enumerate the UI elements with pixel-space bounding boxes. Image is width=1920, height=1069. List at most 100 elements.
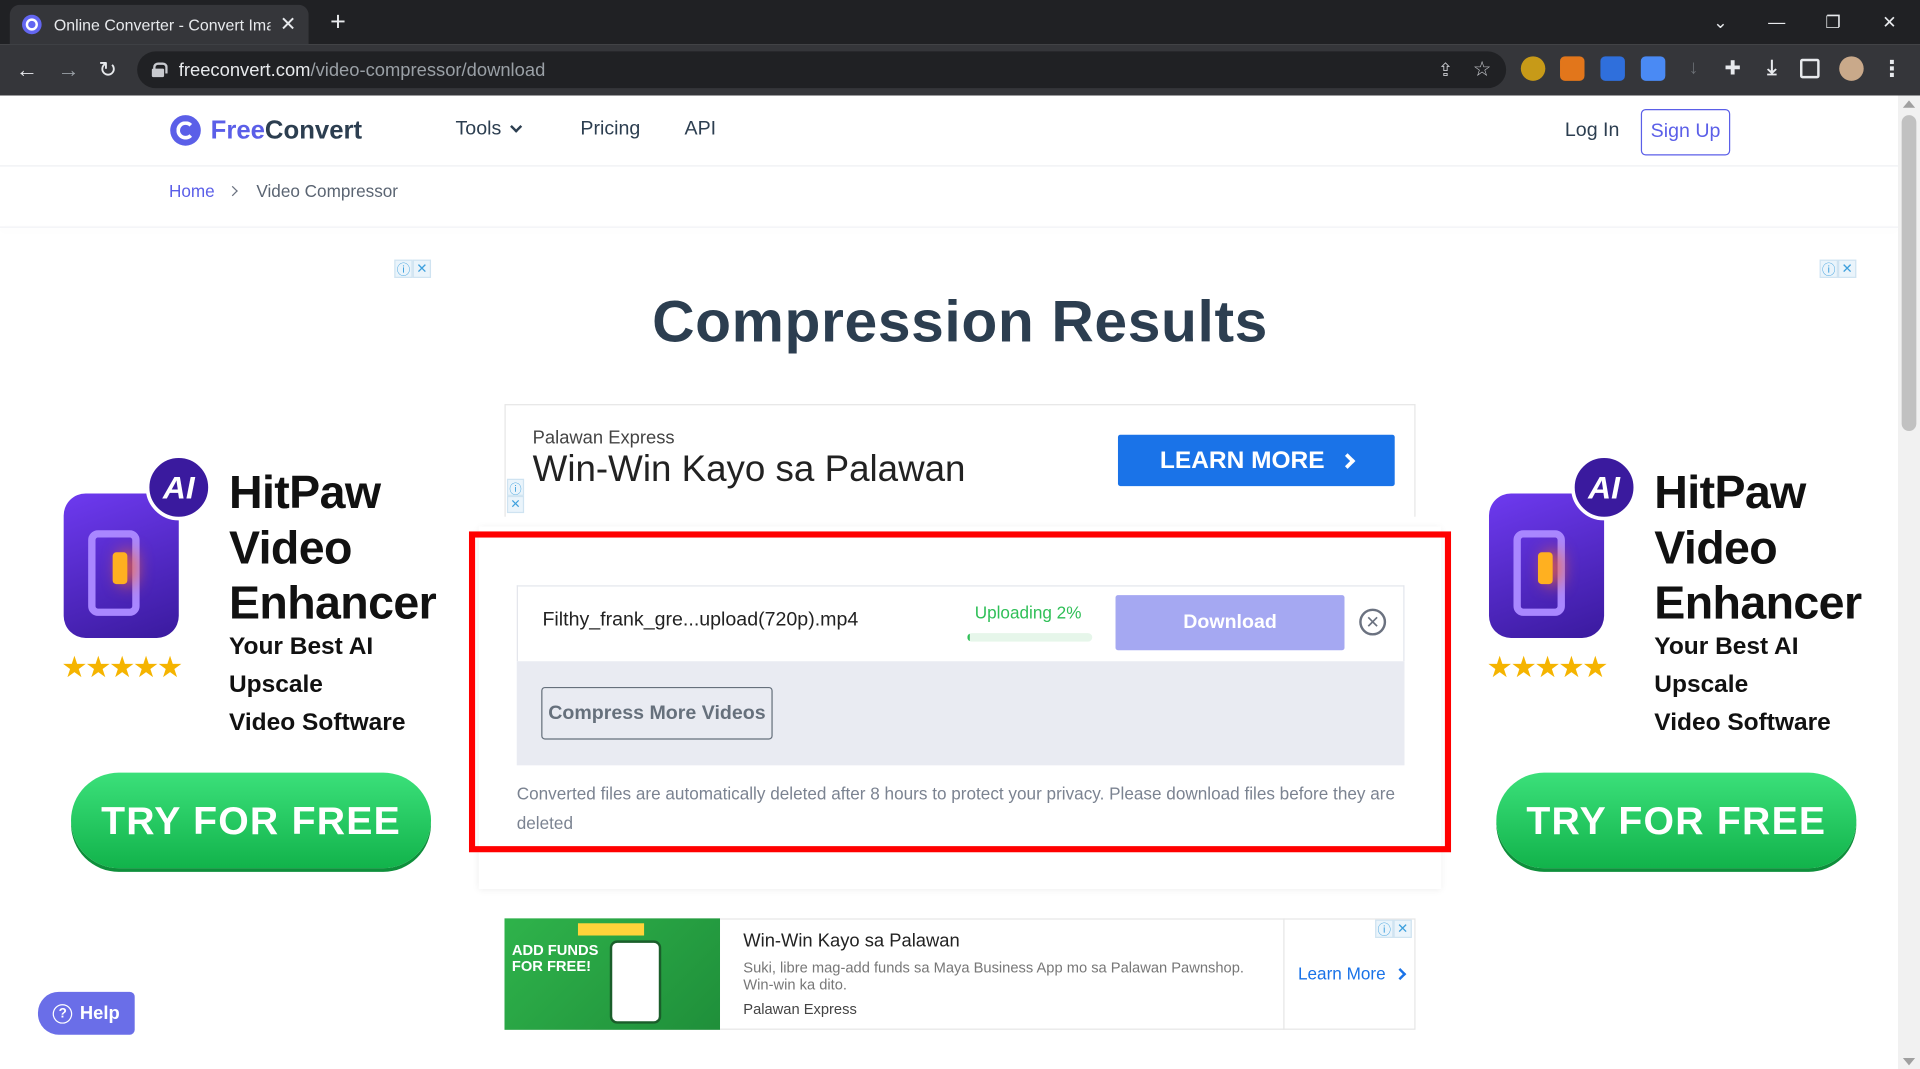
ad-subtitle: Your Best AI Upscale Video Software	[229, 628, 453, 742]
help-question-icon: ?	[52, 1003, 73, 1024]
ad-title: HitPaw Video Enhancer	[228, 467, 437, 632]
reload-button[interactable]: ↻	[91, 54, 125, 86]
help-label: Help	[79, 1002, 120, 1024]
ad-image-text: ADD FUNDS FOR FREE!	[511, 941, 599, 975]
chevron-right-icon	[227, 185, 239, 197]
bottom-ad-title[interactable]: Win-Win Kayo sa Palawan	[743, 931, 959, 952]
learn-more-button[interactable]: LEARN MORE	[1117, 434, 1395, 487]
binance-extension-icon[interactable]	[1520, 56, 1546, 81]
freeconvert-logo[interactable]: Free Convert	[170, 115, 362, 146]
metamask-extension-icon[interactable]	[1560, 56, 1585, 81]
learn-more-label: Learn More	[1297, 963, 1386, 984]
back-button[interactable]: ←	[10, 54, 44, 86]
ad-subtitle-line: Your Best AI Upscale	[1654, 633, 1799, 698]
breadcrumb: Home Video Compressor	[169, 181, 398, 201]
ad-image-tag	[577, 923, 645, 936]
highlight-box	[468, 531, 1452, 853]
ad-info-icon[interactable]: ⓘ	[394, 259, 413, 278]
left-side-ad[interactable]: AI HitPaw Video Enhancer Your Best AI Up…	[49, 447, 453, 888]
scrollbar-thumb[interactable]	[1901, 115, 1917, 432]
top-ad-brand: Palawan Express	[532, 427, 675, 449]
top-ad-title[interactable]: Win-Win Kayo sa Palawan	[533, 449, 966, 491]
top-ad-choices[interactable]: ⓘ ✕	[506, 478, 525, 514]
right-ad-choices[interactable]: ⓘ ✕	[1819, 259, 1857, 278]
tab-close-icon[interactable]: ✕	[280, 12, 296, 36]
chevron-down-icon	[510, 120, 523, 133]
restore-button[interactable]: ❐	[1805, 0, 1861, 44]
tab-title: Online Converter - Convert Imag	[53, 15, 271, 34]
url-path: /video-compressor/download	[310, 59, 546, 81]
try-for-free-button[interactable]: TRY FOR FREE	[71, 772, 432, 869]
star-rating-icon: ★★★★★	[1486, 651, 1609, 685]
breadcrumb-current: Video Compressor	[256, 181, 399, 201]
ad-info-icon[interactable]: ⓘ	[506, 478, 525, 497]
ad-subtitle-line: Video Software	[228, 708, 406, 736]
login-link[interactable]: Log In	[1565, 120, 1619, 142]
new-tab-button[interactable]: +	[321, 5, 355, 39]
chrome-menu-icon[interactable]: ⋮	[1880, 56, 1904, 80]
minimize-button[interactable]: —	[1749, 0, 1805, 44]
page-title: Compression Results	[652, 290, 1268, 356]
logo-free-text: Free	[210, 115, 265, 144]
ad-close-icon[interactable]: ✕	[506, 495, 525, 514]
extensions-puzzle-icon[interactable]: ✚	[1720, 56, 1744, 80]
tab-search-icon[interactable]: ⌄	[1692, 0, 1748, 44]
side-panel-icon[interactable]	[1800, 58, 1820, 79]
ad-subtitle-line: Your Best AI Upscale	[228, 633, 374, 698]
scroll-up-icon[interactable]	[1902, 100, 1916, 108]
ad-info-icon[interactable]: ⓘ	[1819, 259, 1838, 278]
signup-button[interactable]: Sign Up	[1640, 108, 1731, 156]
downloads-icon[interactable]: ⤓	[1760, 56, 1784, 80]
bitwarden-extension-icon[interactable]	[1600, 56, 1625, 81]
lock-icon	[151, 62, 168, 78]
translate-extension-icon[interactable]	[1640, 56, 1666, 81]
phone-illustration-icon	[609, 940, 662, 1024]
freeconvert-logo-icon	[170, 115, 201, 146]
bottom-ad-choices[interactable]: ⓘ ✕	[1375, 919, 1412, 938]
ad-close-icon[interactable]: ✕	[1837, 259, 1857, 278]
header-divider	[0, 226, 1898, 228]
ad-close-icon[interactable]: ✕	[1393, 919, 1412, 938]
forward-button[interactable]: →	[51, 54, 85, 86]
freeconvert-favicon-icon	[22, 14, 42, 35]
url-host: freeconvert.com	[178, 59, 311, 81]
learn-more-label: LEARN MORE	[1159, 446, 1325, 474]
nav-pricing[interactable]: Pricing	[580, 119, 640, 141]
breadcrumb-home[interactable]: Home	[169, 181, 215, 201]
window-close-button[interactable]: ✕	[1861, 0, 1917, 44]
browser-tab[interactable]: Online Converter - Convert Imag ✕	[9, 4, 309, 45]
logo-convert-text: Convert	[264, 115, 363, 144]
ad-title-line: HitPaw	[228, 467, 381, 520]
ad-title-line: Video	[1654, 522, 1778, 575]
bookmark-star-icon[interactable]: ☆	[1473, 58, 1492, 82]
ad-close-icon[interactable]: ✕	[412, 259, 432, 278]
nav-tools[interactable]: Tools	[455, 118, 523, 141]
bottom-ad-image[interactable]: ADD FUNDS FOR FREE!	[504, 918, 721, 1030]
left-ad-choices[interactable]: ⓘ ✕	[394, 259, 432, 278]
chevron-right-icon	[1393, 967, 1406, 980]
nav-api[interactable]: API	[684, 119, 716, 141]
profile-avatar[interactable]	[1839, 56, 1864, 81]
star-rating-icon: ★★★★★	[61, 651, 183, 685]
ad-title-line: HitPaw	[1654, 467, 1806, 520]
bottom-learn-more-link[interactable]: Learn More	[1297, 963, 1406, 984]
address-bar[interactable]: freeconvert.com/video-compressor/downloa…	[137, 51, 1507, 89]
chevron-right-icon	[1339, 452, 1356, 469]
try-for-free-button[interactable]: TRY FOR FREE	[1496, 772, 1857, 869]
bottom-ad-divider	[1283, 918, 1285, 1030]
nav-tools-label: Tools	[455, 118, 502, 140]
right-side-ad[interactable]: AI HitPaw Video Enhancer Your Best AI Up…	[1474, 447, 1878, 888]
ad-info-icon[interactable]: ⓘ	[1375, 919, 1394, 938]
help-button[interactable]: ? Help	[37, 991, 135, 1035]
bottom-ad-brand: Palawan Express	[743, 1000, 857, 1018]
scroll-down-icon[interactable]	[1902, 1057, 1916, 1066]
ad-title-line: Video	[228, 522, 352, 575]
share-icon[interactable]: ⇪	[1438, 59, 1453, 81]
ad-subtitle: Your Best AI Upscale Video Software	[1654, 628, 1878, 742]
ad-title: HitPaw Video Enhancer	[1654, 467, 1862, 632]
ad-title-line: Enhancer	[228, 577, 437, 630]
ai-badge: AI	[145, 454, 212, 521]
ai-badge: AI	[1571, 454, 1638, 521]
ad-subtitle-line: Video Software	[1654, 708, 1831, 736]
download-arrow-extension-icon[interactable]: ↓	[1681, 56, 1705, 80]
